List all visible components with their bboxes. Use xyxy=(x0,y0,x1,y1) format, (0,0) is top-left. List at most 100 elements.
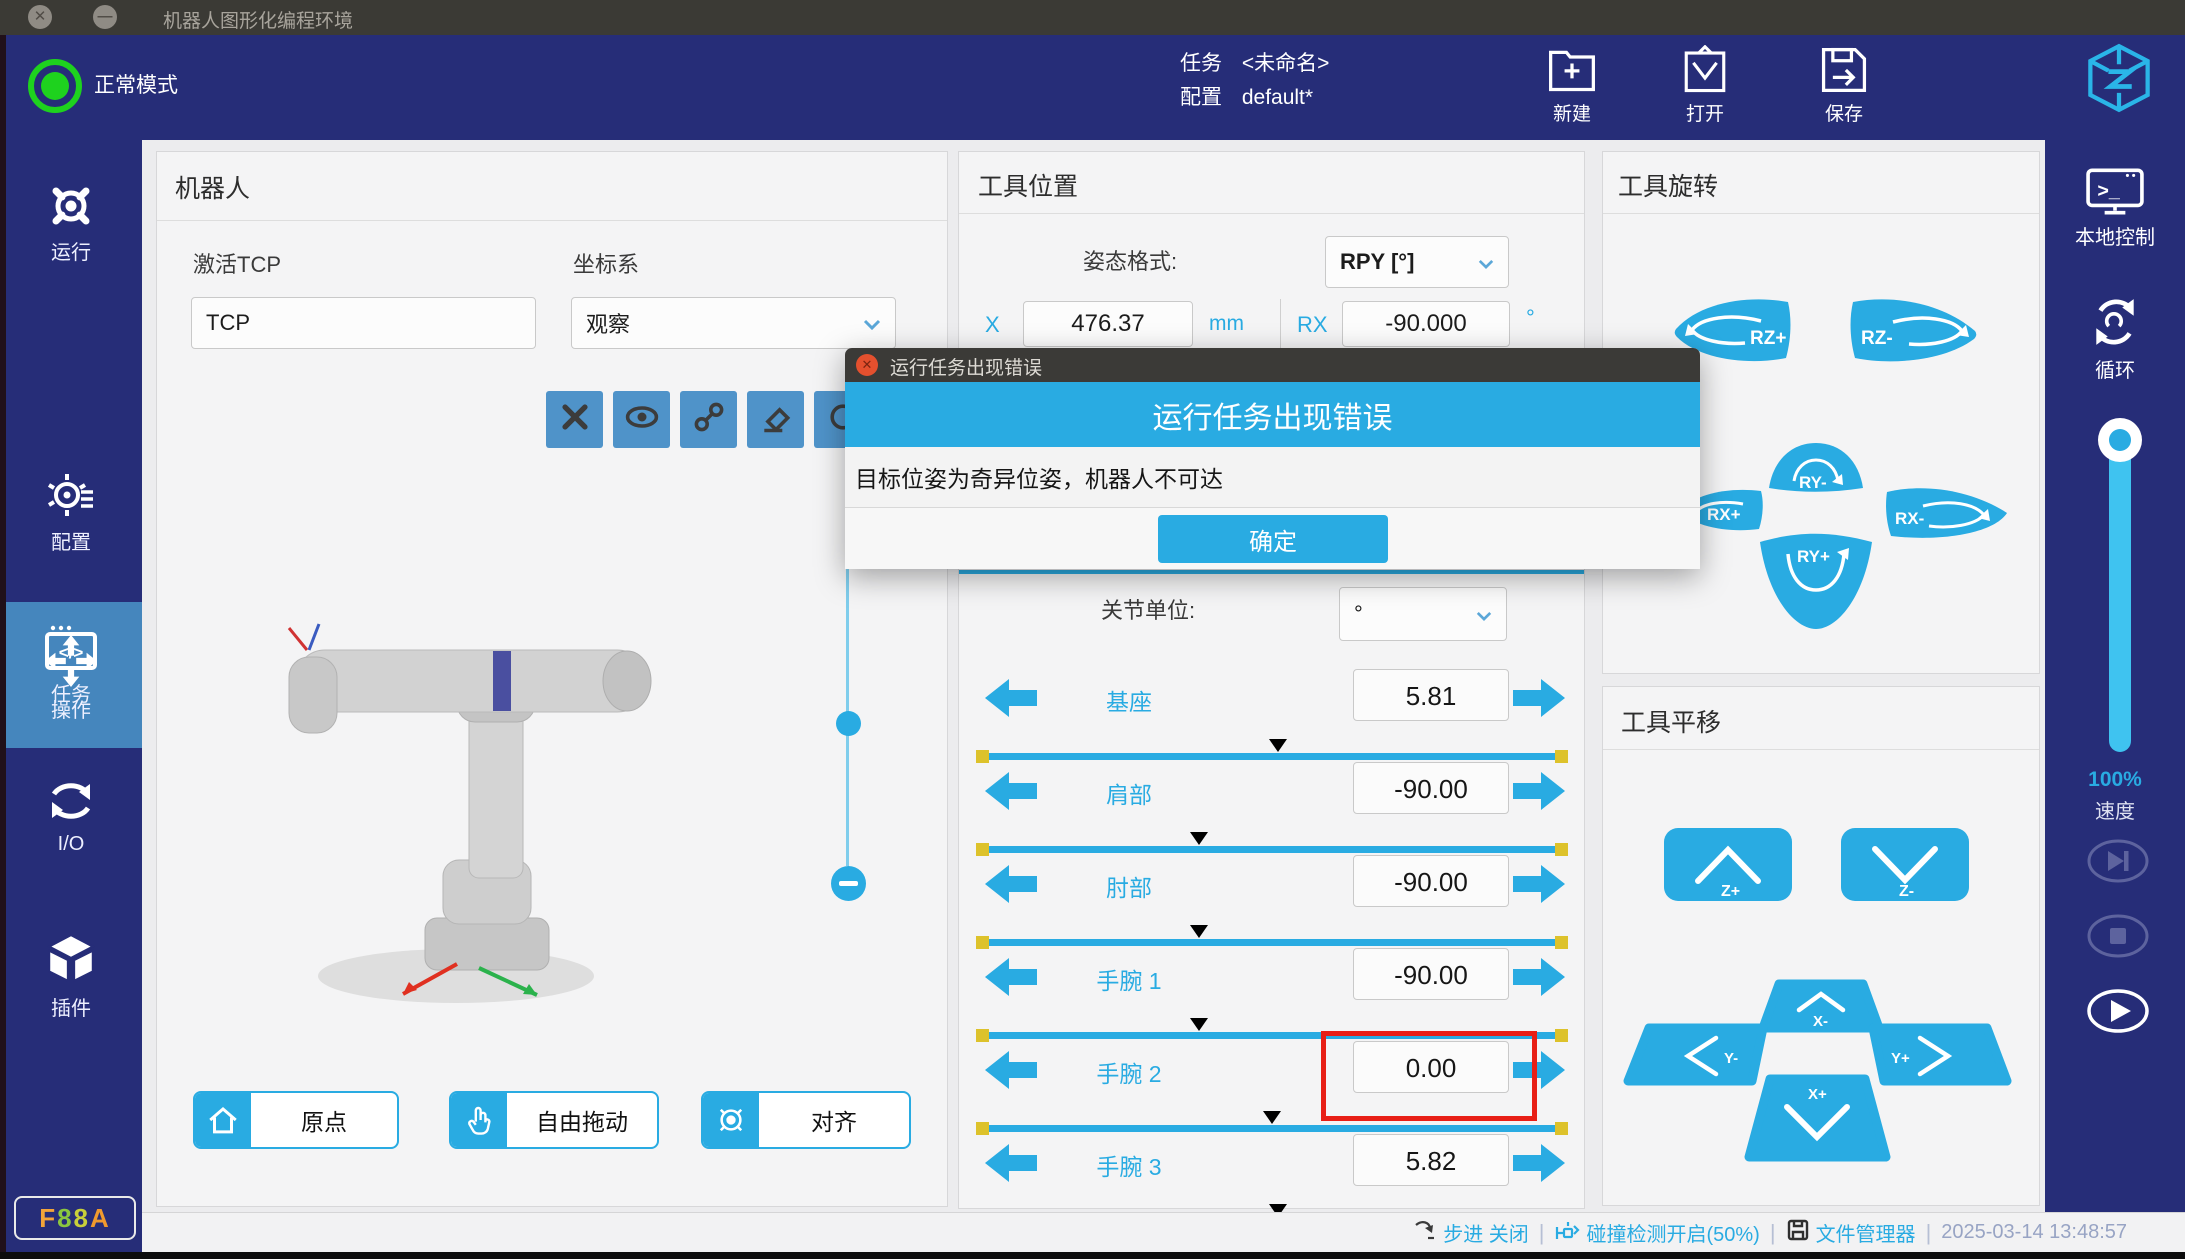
clock: 2025-03-14 13:48:57 xyxy=(1941,1221,2127,1244)
rx-axis-label: RX xyxy=(1297,312,1328,338)
file-manager-item[interactable]: 文件管理器 xyxy=(1786,1218,1916,1248)
rotate-rx-minus-button[interactable]: RX- xyxy=(1886,488,2007,538)
window-minimize-icon[interactable]: — xyxy=(93,5,117,29)
translate-x-minus-button[interactable]: X- xyxy=(1763,984,1879,1030)
play-button[interactable] xyxy=(2086,988,2150,1034)
view-zoom-handle[interactable] xyxy=(836,711,861,736)
joint-decrease-button[interactable] xyxy=(985,863,1037,905)
robot-panel: 机器人 激活TCP 坐标系 观察 xyxy=(156,151,948,1207)
new-button[interactable]: 新建 xyxy=(1527,45,1617,126)
run-target-icon xyxy=(0,182,142,230)
x-value-box[interactable]: 476.37 xyxy=(1023,301,1193,347)
rx-value-box[interactable]: -90.000 xyxy=(1342,301,1510,347)
joint-increase-button[interactable] xyxy=(1513,863,1565,905)
x-unit: mm xyxy=(1209,312,1244,336)
tool-position-title: 工具位置 xyxy=(978,167,1078,203)
joint-increase-button[interactable] xyxy=(1513,1142,1565,1184)
translate-z-plus-button[interactable]: Z+ xyxy=(1664,828,1792,901)
rotate-rz-minus-button[interactable]: RZ- xyxy=(1851,299,1977,361)
translate-z-minus-button[interactable]: Z- xyxy=(1841,828,1969,901)
cube-icon xyxy=(0,932,142,986)
step-icon xyxy=(1413,1218,1437,1248)
window-close-icon[interactable]: ✕ xyxy=(28,5,52,29)
sidebar-item-config[interactable]: 配置 xyxy=(0,470,142,555)
collision-icon xyxy=(1554,1218,1580,1248)
joint-decrease-button[interactable] xyxy=(985,770,1037,812)
pose-format-select[interactable]: RPY [°] xyxy=(1325,236,1509,288)
speed-slider-track[interactable] xyxy=(2109,436,2131,752)
zoom-out-button[interactable] xyxy=(831,866,866,901)
align-button[interactable]: 对齐 xyxy=(701,1091,911,1149)
joint-label: 手腕 1 xyxy=(1039,962,1219,996)
joint-slider[interactable] xyxy=(980,935,1564,949)
joint-slider-marker xyxy=(1190,832,1208,845)
joint-value-box[interactable]: -90.00 xyxy=(1353,762,1509,814)
loop-item[interactable]: 循环 xyxy=(2045,295,2185,383)
step-mode-status[interactable]: 步进 关闭 xyxy=(1413,1218,1529,1248)
joint-increase-button[interactable] xyxy=(1513,956,1565,998)
pose-format-label: 姿态格式: xyxy=(1083,244,1177,276)
save-button[interactable]: 保存 xyxy=(1799,45,1889,126)
joint-label: 基座 xyxy=(1039,683,1219,717)
dialog-close-icon[interactable]: ✕ xyxy=(856,354,878,376)
speed-percent: 100% xyxy=(2045,768,2185,792)
chevron-down-icon xyxy=(1476,601,1492,627)
joint-decrease-button[interactable] xyxy=(985,1142,1037,1184)
joint-slider-marker xyxy=(1190,1018,1208,1031)
translate-x-plus-button[interactable]: X+ xyxy=(1749,1079,1886,1157)
rotate-ry-minus-button[interactable]: RY- xyxy=(1769,443,1863,492)
local-control-item[interactable]: >_ 本地控制 xyxy=(2045,168,2185,250)
separator: | xyxy=(1926,1220,1932,1246)
sidebar-item-operate[interactable]: 操作 xyxy=(0,634,142,723)
separator: | xyxy=(1539,1220,1545,1246)
joint-slider[interactable] xyxy=(980,749,1564,763)
joint-slider-marker xyxy=(1269,739,1287,752)
dialog-titlebar[interactable]: ✕ 运行任务出现错误 xyxy=(845,348,1700,382)
dialog-button-row: 确定 xyxy=(845,508,1700,568)
home-position-button[interactable]: 原点 xyxy=(193,1091,399,1149)
joint-value-box[interactable]: 5.81 xyxy=(1353,669,1509,721)
joint-value-box[interactable]: 5.82 xyxy=(1353,1134,1509,1186)
translate-y-plus-button[interactable]: Y+ xyxy=(1873,1028,2007,1081)
step-forward-button[interactable] xyxy=(2086,838,2150,884)
dialog-ok-button[interactable]: 确定 xyxy=(1158,515,1388,563)
collision-status[interactable]: 碰撞检测开启(50%) xyxy=(1554,1218,1759,1248)
joint-decrease-button[interactable] xyxy=(985,677,1037,719)
joint-slider-marker xyxy=(1263,1111,1281,1124)
joint-increase-button[interactable] xyxy=(1513,677,1565,719)
separator: | xyxy=(1770,1220,1776,1246)
stop-button[interactable] xyxy=(2086,913,2150,959)
joint-decrease-button[interactable] xyxy=(985,1049,1037,1091)
robot-3d-view[interactable] xyxy=(157,152,949,1206)
task-value: <未命名> xyxy=(1242,52,1330,75)
joint-value-box[interactable]: -90.00 xyxy=(1353,948,1509,1000)
svg-text:Z+: Z+ xyxy=(1721,883,1740,900)
loop-icon xyxy=(2045,295,2185,349)
free-drag-button[interactable]: 自由拖动 xyxy=(449,1091,659,1149)
pose-format-value: RPY [°] xyxy=(1340,249,1414,275)
joint-decrease-button[interactable] xyxy=(985,956,1037,998)
joint-value-box[interactable]: -90.00 xyxy=(1353,855,1509,907)
sidebar-item-io[interactable]: I/O xyxy=(0,775,142,856)
speed-slider-handle[interactable] xyxy=(2098,418,2142,462)
svg-text:RZ+: RZ+ xyxy=(1750,328,1786,349)
right-sidebar: >_ 本地控制 循环 100% 速度 xyxy=(2045,140,2185,1212)
joint-slider[interactable] xyxy=(980,842,1564,856)
left-sidebar: 运行 配置 </> 任务 操作 I xyxy=(0,140,142,1252)
save-icon xyxy=(1799,45,1889,95)
sidebar-item-plugin[interactable]: 插件 xyxy=(0,932,142,1021)
rotate-ry-plus-button[interactable]: RY+ xyxy=(1760,534,1872,629)
error-dialog: ✕ 运行任务出现错误 运行任务出现错误 目标位姿为奇异位姿，机器人不可达 确定 xyxy=(845,348,1700,569)
sidebar-item-run[interactable]: 运行 xyxy=(0,182,142,265)
joint-slider[interactable] xyxy=(980,1121,1564,1135)
new-file-icon xyxy=(1527,45,1617,95)
fkey-badge[interactable]: F88A xyxy=(14,1196,136,1240)
joint-increase-button[interactable] xyxy=(1513,770,1565,812)
joint-unit-select[interactable]: ° xyxy=(1339,587,1507,641)
open-button[interactable]: 打开 xyxy=(1660,45,1750,126)
translate-y-minus-button[interactable]: Y- xyxy=(1628,1028,1763,1081)
tool-translate-panel: 工具平移 Z+ Z- X- Y- Y+ X+ xyxy=(1602,686,2040,1206)
svg-text:X-: X- xyxy=(1813,1013,1828,1030)
joint-label: 肘部 xyxy=(1039,869,1219,903)
speed-label: 速度 xyxy=(2045,795,2185,824)
